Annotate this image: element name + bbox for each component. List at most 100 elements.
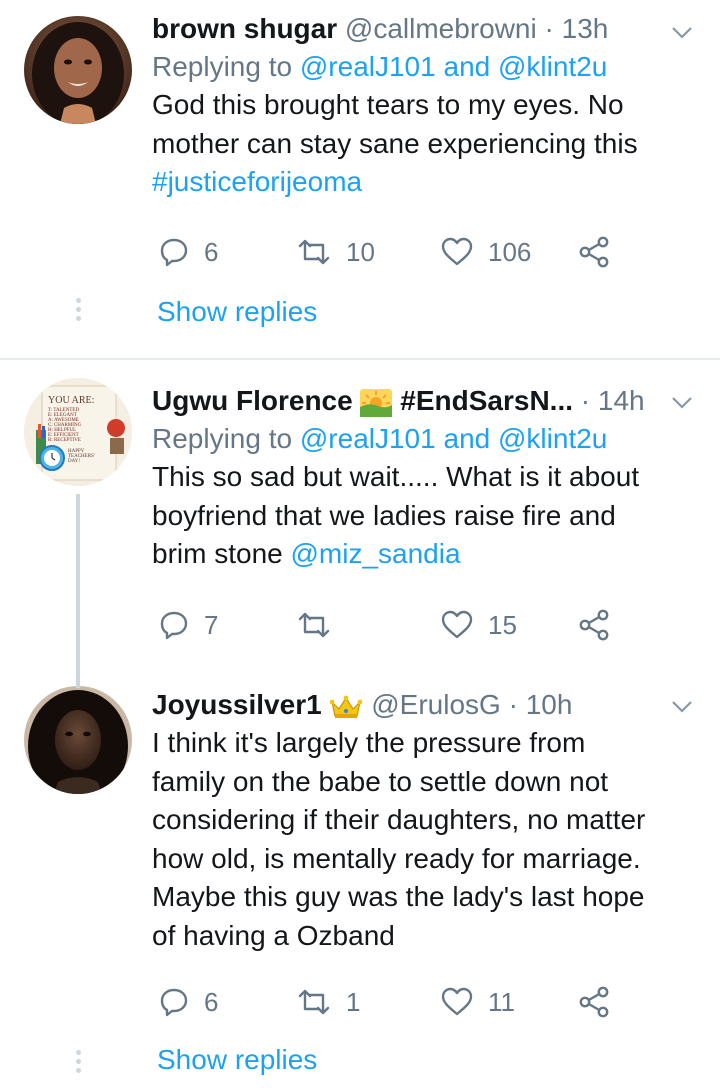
like-count: 11 [488, 986, 515, 1017]
reply-count: 6 [204, 236, 219, 267]
tweet-text-line: family on the babe to settle down not [152, 765, 609, 797]
retweet-icon [298, 612, 330, 638]
retweet-icon [298, 239, 330, 265]
chevron-down-icon[interactable] [668, 692, 696, 720]
avatar[interactable] [24, 16, 132, 124]
separator-dot: · [508, 689, 518, 720]
separator-dot: · [544, 13, 554, 44]
thread-dots [74, 298, 82, 325]
replying-to: Replying to @realJ101 and @klint2u [152, 48, 696, 86]
heart-icon [441, 610, 473, 639]
timestamp[interactable]: 10h [526, 689, 573, 720]
tweet-text: This so sad but wait..... What is it abo… [152, 458, 696, 574]
timestamp[interactable]: 13h [562, 13, 609, 44]
avatar-card-text: YOU ARE: T: TALENTED E: ELEGANT A: AWESO… [48, 395, 112, 465]
replying-and[interactable]: and [444, 51, 491, 82]
avatar[interactable] [24, 686, 132, 794]
retweet-button[interactable]: 1 [296, 982, 360, 1022]
tweet-text-line: God this brought tears to my eyes. No [152, 89, 624, 120]
tweet-text-line: mother can stay sane experiencing this [152, 127, 638, 159]
share-button[interactable] [578, 982, 610, 1022]
card-heading: YOU ARE: [48, 395, 95, 406]
chevron-down-icon[interactable] [668, 388, 696, 416]
thread-line [76, 674, 80, 688]
share-button[interactable] [578, 605, 610, 645]
user-handle[interactable]: @ErulosG [371, 689, 501, 720]
avatar-photo [24, 16, 132, 124]
like-button[interactable]: 11 [440, 982, 515, 1022]
display-name[interactable]: Ugwu Florence [152, 385, 353, 416]
crown-emoji-icon [330, 695, 363, 718]
card-line: R: RECEPTIVE [48, 438, 81, 443]
tweet-text-line: considering if their daughters, no matte… [152, 804, 646, 835]
tweet-text-line: Maybe this guy was the lady's last hope [152, 881, 645, 912]
reply-count: 7 [204, 609, 219, 640]
replying-prefix: Replying to [152, 423, 293, 454]
user-handle[interactable]: @callmebrowni [345, 13, 537, 44]
timestamp[interactable]: 14h [598, 385, 645, 416]
tweet-text-line: This so sad but wait..... What is it abo… [152, 461, 640, 492]
mention-link[interactable]: @klint2u [498, 423, 607, 454]
share-icon [579, 236, 609, 268]
share-button[interactable] [578, 232, 610, 272]
display-name-hashtag[interactable]: #EndSarsN... [400, 385, 573, 416]
reply-icon [160, 238, 188, 267]
show-replies-link[interactable]: Show replies [157, 296, 317, 328]
sunrise-emoji-icon [360, 388, 393, 417]
thread-dots [74, 1050, 82, 1077]
tweet-actions: 7 15 [152, 605, 622, 645]
share-icon [579, 609, 609, 641]
retweet-count: 10 [346, 236, 375, 267]
show-replies-link[interactable]: Show replies [157, 1044, 317, 1076]
tweet-text-line: I think it's largely the pressure from [152, 727, 586, 758]
tweet-actions: 6 1 11 [152, 982, 622, 1022]
tweet-1[interactable]: brown shugar @callmebrowni · 13h Replyin… [0, 0, 720, 360]
thread-line [76, 494, 80, 684]
tweet-text-line: boyfriend that we ladies raise fire and [152, 499, 616, 531]
mention-link[interactable]: @miz_sandia [291, 538, 461, 569]
tweet-text-fragment: brim stone [152, 538, 283, 569]
like-count: 106 [488, 236, 532, 267]
retweet-button[interactable] [296, 605, 346, 645]
retweet-count: 1 [346, 986, 361, 1017]
mention-link[interactable]: @realJ101 [300, 51, 436, 82]
display-name[interactable]: Joyussilver1 [152, 689, 322, 720]
tweet-text-line: of having a Ozband [152, 919, 395, 951]
replying-to: Replying to @realJ101 and @klint2u [152, 420, 696, 458]
retweet-icon [298, 989, 330, 1015]
tweet-header: Ugwu Florence #EndSarsN... · 14h [152, 382, 696, 420]
reply-button[interactable]: 7 [158, 605, 218, 645]
reply-button[interactable]: 6 [158, 232, 218, 272]
display-name[interactable]: brown shugar [152, 13, 337, 44]
like-count: 15 [488, 609, 517, 640]
tweet-3[interactable]: Joyussilver1 @ErulosG · 10h I think it's… [0, 674, 720, 1088]
mention-link[interactable]: @realJ101 [300, 423, 436, 454]
tweet-header: brown shugar @callmebrowni · 13h [152, 10, 696, 48]
tweet-text-line: how old, is mentally ready for marriage. [152, 842, 641, 874]
hashtag-link[interactable]: #justiceforijeoma [152, 163, 696, 202]
reply-count: 6 [204, 986, 219, 1017]
replying-and[interactable]: and [444, 423, 491, 454]
tweet-text: I think it's largely the pressure from f… [152, 724, 696, 955]
avatar[interactable]: YOU ARE: T: TALENTED E: ELEGANT A: AWESO… [24, 378, 132, 486]
separator-dot: · [580, 385, 591, 416]
reply-button[interactable]: 6 [158, 982, 218, 1022]
avatar-photo [24, 686, 132, 794]
card-footer: DAY! [68, 459, 81, 464]
tweet-text-line: brim stone @miz_sandia [152, 535, 696, 574]
chevron-down-icon[interactable] [668, 18, 696, 46]
heart-icon [441, 237, 473, 266]
tweet-2[interactable]: YOU ARE: T: TALENTED E: ELEGANT A: AWESO… [0, 360, 720, 684]
reply-icon [160, 988, 188, 1017]
reply-icon [160, 611, 188, 640]
share-icon [579, 986, 609, 1018]
replying-prefix: Replying to [152, 51, 293, 82]
like-button[interactable]: 106 [440, 232, 531, 272]
retweet-button[interactable]: 10 [296, 232, 375, 272]
tweet-text: God this brought tears to my eyes. No mo… [152, 86, 696, 202]
tweet-header: Joyussilver1 @ErulosG · 10h [152, 686, 696, 724]
mention-link[interactable]: @klint2u [498, 51, 607, 82]
like-button[interactable]: 15 [440, 605, 517, 645]
heart-icon [441, 987, 473, 1016]
tweet-actions: 6 10 106 [152, 232, 622, 272]
